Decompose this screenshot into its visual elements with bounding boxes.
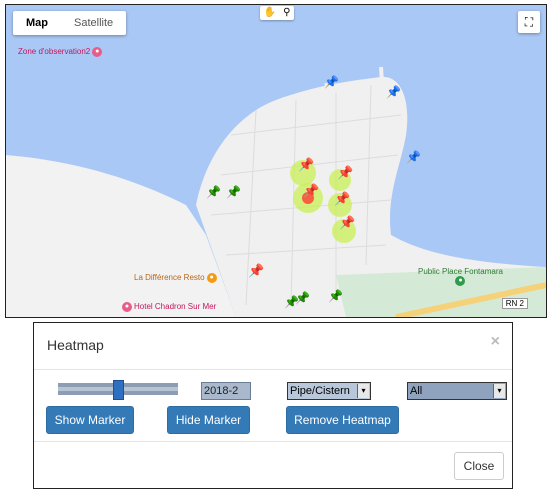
filter-select[interactable]: All ▾ [407,382,507,400]
hand-icon[interactable]: ✋ [264,6,276,20]
marker-green-pin-icon[interactable]: 📌 [226,185,241,199]
marker-green-pin-icon[interactable]: 📌 [206,185,221,199]
poi-resto-label: La Différence Resto [134,273,205,283]
poi-hotel-label: Hotel Chadron Sur Mer [134,302,217,312]
type-select-value: Pipe/Cistern [290,385,350,397]
poi-park-label: Public Place Fontamara [418,267,503,276]
park-icon: ● [455,276,466,286]
hotel-icon: ● [122,302,132,312]
marker-yellow-pin-icon[interactable]: 📌 [339,215,355,231]
map-type-control: Map Satellite [13,11,127,35]
filter-select-value: All [410,385,423,397]
close-icon[interactable]: × [491,333,500,351]
marker-blue-pin-icon[interactable]: 📌 [386,85,401,99]
marker-yellow-pin-icon[interactable]: 📌 [248,263,264,279]
restaurant-icon: ● [206,273,217,283]
poi-hotel[interactable]: ● Hotel Chadron Sur Mer [120,302,216,312]
dialog-title: Heatmap [47,337,104,353]
fullscreen-icon: ⛶ [524,14,534,29]
marker-blue-pin-icon[interactable]: 📌 [324,75,339,89]
dialog-header: Heatmap × [34,323,512,370]
drawing-tools: ✋ ⚲ [260,6,294,20]
show-marker-button[interactable]: Show Marker [46,406,134,434]
poi-observation[interactable]: Zone d'observation2 ● [18,47,104,57]
chevron-down-icon: ▾ [493,384,505,398]
map-view[interactable]: 📌 📌 📌 📌 📌 📌 📌 📌 📌 📌 📌 📌 📌 📌 Zone d'obser… [5,4,547,318]
map-type-satellite-button[interactable]: Satellite [61,11,126,35]
marker-green-pin-icon[interactable]: 📌 [328,289,343,303]
close-button[interactable]: Close [454,452,504,480]
slider-thumb[interactable] [112,380,124,400]
marker-green-pin-icon[interactable]: 📌 [295,291,310,305]
dialog-body: 2018-2 Pipe/Cistern ▾ All ▾ Show Marker … [34,370,512,442]
marker-yellow-pin-icon[interactable]: 📌 [334,191,350,207]
map-type-map-button[interactable]: Map [13,11,61,35]
fullscreen-button[interactable]: ⛶ [518,11,540,33]
heatmap-dialog: Heatmap × 2018-2 Pipe/Cistern ▾ All ▾ Sh… [33,322,513,489]
poi-park[interactable]: Public Place Fontamara ● [418,267,503,286]
hide-marker-button[interactable]: Hide Marker [167,406,250,434]
type-select[interactable]: Pipe/Cistern ▾ [287,382,371,400]
marker-yellow-pin-icon[interactable]: 📌 [337,165,353,181]
remove-heatmap-button[interactable]: Remove Heatmap [286,406,399,434]
poi-resto[interactable]: La Différence Resto ● [134,273,219,283]
year-slider[interactable] [58,380,178,400]
marker-yellow-pin-icon[interactable]: 📌 [298,157,314,173]
marker-blue-pin-icon[interactable]: 📌 [406,150,421,164]
camera-icon: ● [92,47,103,57]
marker-yellow-pin-icon[interactable]: 📌 [303,183,319,199]
land-mainland-west [6,155,236,317]
poi-observation-label: Zone d'observation2 [18,47,91,57]
pin-icon[interactable]: ⚲ [283,6,290,20]
year-field[interactable]: 2018-2 [201,382,251,400]
road-label: RN 2 [501,298,528,309]
chevron-down-icon: ▾ [357,384,369,398]
